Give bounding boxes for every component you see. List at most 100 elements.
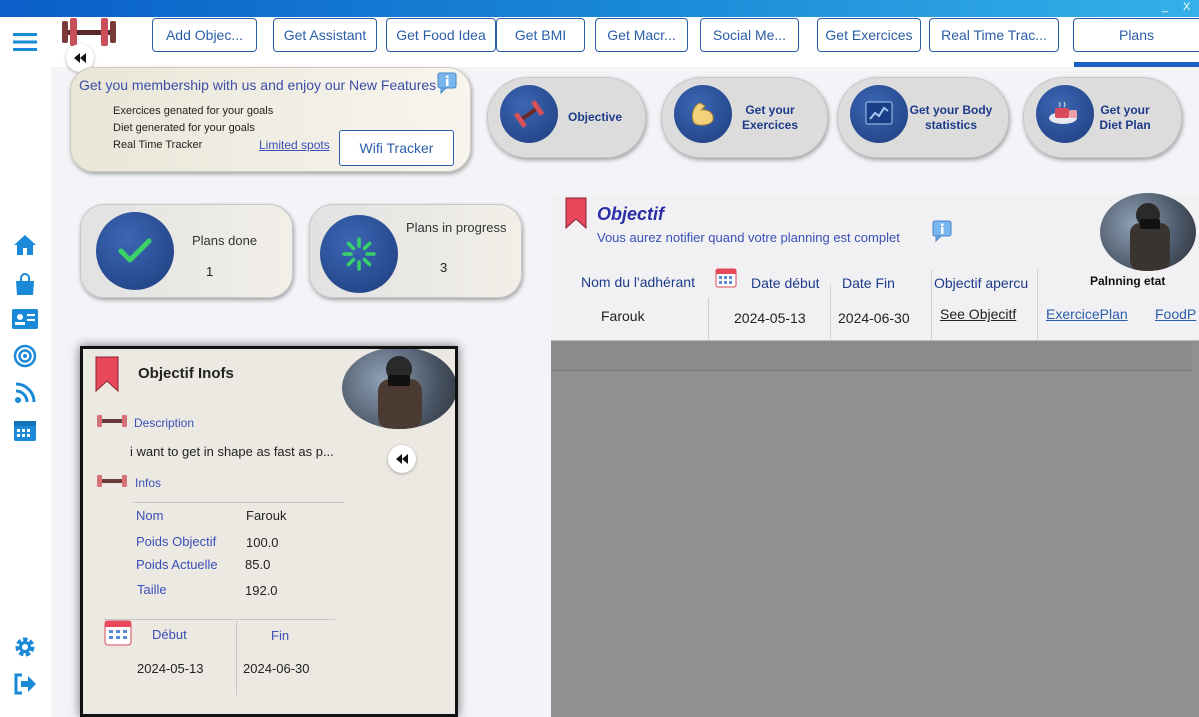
start-date-label: Début [152,627,187,642]
column-objective-preview: Objectif apercu [934,275,1029,291]
dumbbell-logo-icon [58,17,120,47]
shopping-bag-icon[interactable] [11,270,39,298]
info-icon[interactable] [932,220,952,247]
wifi-tracker-button[interactable]: Wifi Tracker [339,130,454,166]
nav-get-bmi-button[interactable]: Get BMI [496,18,585,52]
nav-social-media-button[interactable]: Social Me... [700,18,799,52]
column-end-date: Date Fin [842,275,895,291]
avatar [1100,193,1196,271]
info-card-title: Objectif Inofs [138,365,234,382]
sidebar [0,17,51,717]
muscle-arm-icon [674,85,732,143]
dumbbell-icon [500,85,558,143]
field-height-value: 192.0 [245,583,278,598]
body-statistics-action[interactable]: Get your Body statistics [837,77,1009,158]
objective-info-card: Objectif Inofs Description i want to get… [80,346,458,717]
diet-plan-action[interactable]: Get your Diet Plan [1023,77,1182,158]
objectif-title: Objectif [597,204,665,224]
table-footer-band [551,341,1193,371]
plans-done-card: Plans done 1 [80,204,293,298]
logout-icon[interactable] [11,670,39,698]
plans-done-value: 1 [206,264,214,279]
divider [103,619,335,620]
nav-get-assistant-button[interactable]: Get Assistant [273,18,377,52]
bookmark-icon [565,197,587,234]
column-member: Nom du l'adhérant [581,274,695,290]
membership-headline: Get you membership with us and enjoy our… [79,77,437,93]
column-divider [1037,270,1038,341]
column-divider [830,284,831,341]
plans-in-progress-card: Plans in progress 3 [309,204,522,298]
nav-get-macros-button[interactable]: Get Macr... [595,18,688,52]
chart-icon [850,85,908,143]
gear-icon[interactable] [11,633,39,661]
field-name-label: Nom [136,508,164,523]
limited-spots-link[interactable]: Limited spots [259,138,330,152]
nav-get-exercices-button[interactable]: Get Exercices [817,18,921,52]
calendar-icon[interactable] [11,416,39,444]
diet-icon [1036,85,1094,143]
objectif-header: Objectif Vous aurez notifier quand votre… [551,193,1199,341]
food-plan-link[interactable]: FoodP [1155,306,1196,322]
end-date-value: 2024-06-30 [243,661,310,676]
divider [236,621,237,695]
title-bar: _ X [0,0,1199,17]
membership-card: Get you membership with us and enjoy our… [70,67,471,172]
id-card-icon[interactable] [11,305,39,333]
nav-add-objective-button[interactable]: Add Objec... [152,18,257,52]
field-current-weight-label: Poids Actuelle [136,557,218,572]
objective-label: Objective [567,110,623,124]
dumbbell-icon [96,412,128,435]
column-planning-state: Palnning etat [1090,274,1166,288]
body-statistics-label: Get your Body statistics [909,102,993,132]
objectif-subtitle: Vous aurez notifier quand votre planning… [597,230,900,245]
description-label: Description [134,416,195,430]
column-divider [931,270,932,341]
calendar-icon [104,617,132,652]
nav-plans-button[interactable]: Plans [1073,18,1199,52]
dumbbell-icon [96,472,128,495]
get-exercices-label: Get your Exercices [741,102,799,132]
objective-action[interactable]: Objective [487,77,646,158]
row-start-date: 2024-05-13 [734,310,806,326]
nav-get-food-idea-button[interactable]: Get Food Idea [386,18,496,52]
minimize-button[interactable]: _ [1162,1,1168,13]
field-target-weight-label: Poids Objectif [136,534,217,549]
target-icon[interactable] [11,342,39,370]
feature-item: Diet generated for your goals [113,122,255,134]
nav-real-time-tracker-button[interactable]: Real Time Trac... [929,18,1059,52]
get-exercices-action[interactable]: Get your Exercices [661,77,828,158]
infos-label: Infos [135,476,162,490]
objectif-panel: Objectif Vous aurez notifier quand votre… [551,193,1199,717]
field-current-weight-value: 85.0 [245,557,271,572]
see-objective-link[interactable]: See Objecitf [940,306,1016,322]
row-end-date: 2024-06-30 [838,310,910,326]
home-icon[interactable] [11,231,39,259]
feature-item: Exercices genated for your goals [113,105,274,117]
avatar [342,349,455,429]
checkmark-icon [96,212,174,290]
calendar-icon [715,266,737,293]
menu-icon[interactable] [11,28,39,56]
plans-done-label: Plans done [192,233,258,248]
field-name-value: Farouk [246,508,287,523]
end-date-label: Fin [271,628,290,643]
loading-spinner-icon [320,215,398,293]
rss-feed-icon[interactable] [11,379,39,407]
bookmark-icon [95,356,119,397]
divider [133,502,345,503]
diet-plan-label: Get your Diet Plan [1099,102,1151,132]
field-target-weight-value: 100.0 [246,535,279,550]
field-height-label: Taille [137,582,167,597]
info-icon[interactable] [437,72,457,99]
close-button[interactable]: X [1183,1,1190,13]
plans-in-progress-value: 3 [440,260,448,275]
start-date-value: 2024-05-13 [137,661,204,676]
collapse-card-button[interactable] [388,445,416,473]
exercise-plan-link[interactable]: ExercicePlan [1046,306,1128,322]
row-member: Farouk [601,308,645,324]
description-text: i want to get in shape as fast as p... [130,444,334,459]
column-divider [708,298,709,341]
nav-active-indicator [1074,62,1199,67]
plans-in-progress-label: Plans in progress [406,220,507,235]
